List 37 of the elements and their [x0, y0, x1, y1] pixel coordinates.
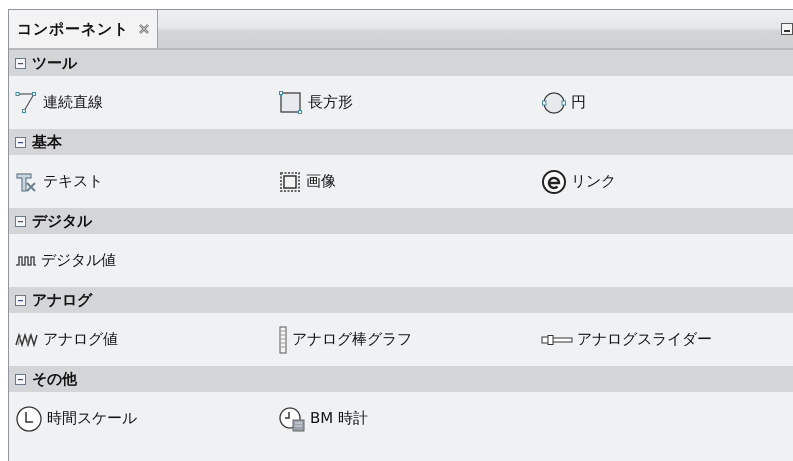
wave-icon [15, 332, 39, 346]
section-title: デジタル [32, 212, 92, 230]
palette-item[interactable]: BM 時計 [278, 406, 368, 432]
picture-frame-icon [278, 170, 302, 192]
section-title: その他 [32, 370, 77, 388]
panel-tab[interactable]: コンポーネント [9, 10, 158, 48]
palette-item[interactable]: 連続直線 [15, 90, 103, 114]
bar-gauge-icon [278, 326, 288, 354]
minimize-icon[interactable] [781, 23, 793, 35]
section-title: アナログ [32, 290, 92, 310]
section-title: ツール [32, 54, 77, 72]
section-title: 基本 [32, 132, 62, 152]
clock-icon [15, 404, 43, 432]
palette-item[interactable]: テキスト [15, 170, 103, 192]
collapse-icon[interactable] [15, 374, 26, 384]
tab-title: コンポーネント [17, 20, 129, 38]
circle-icon [541, 90, 567, 116]
square-wave-icon [15, 254, 37, 266]
palette-item[interactable]: アナログ棒グラフ [278, 326, 412, 354]
close-icon[interactable] [139, 24, 149, 34]
collapse-icon[interactable] [15, 136, 26, 148]
collapse-icon[interactable] [15, 58, 26, 68]
palette-item[interactable]: アナログ値 [15, 330, 118, 349]
palette-item[interactable]: 画像 [278, 170, 336, 192]
rectangle-icon [278, 90, 304, 116]
clock-calendar-icon [278, 406, 306, 432]
slider-icon [541, 334, 573, 346]
polyline-icon [15, 90, 39, 114]
palette-item[interactable]: アナログスライダー [541, 330, 712, 349]
palette-item[interactable]: 時間スケール [15, 404, 137, 432]
palette-item[interactable]: リンク [541, 168, 616, 194]
collapse-icon[interactable] [15, 294, 26, 306]
palette-item[interactable]: 長方形 [278, 90, 353, 116]
link-e-icon [541, 168, 567, 194]
collapse-icon[interactable] [15, 216, 26, 226]
palette-item[interactable]: 円 [541, 90, 586, 116]
palette-item[interactable]: デジタル値 [15, 251, 116, 270]
